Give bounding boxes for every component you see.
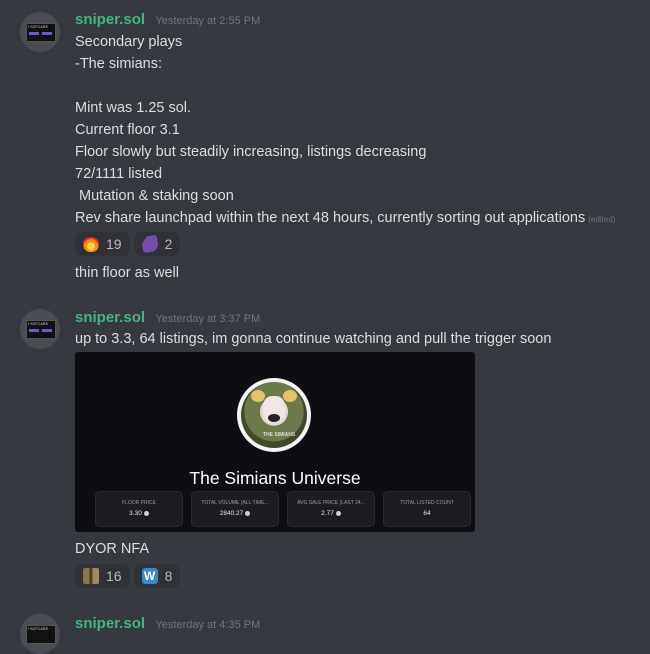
stat-value: 2.77 bbox=[321, 510, 334, 517]
stat-value-wrap: 3.30 bbox=[96, 510, 182, 517]
message-header: sniper.sol Yesterday at 4:35 PM bbox=[75, 615, 260, 633]
avatar[interactable]: I SCFCARE bbox=[20, 614, 60, 654]
reaction-w[interactable]: W 8 bbox=[133, 564, 181, 588]
avatar-bar-left bbox=[29, 329, 39, 332]
avatar-image: I SCFCARE bbox=[26, 23, 56, 42]
reaction-count: 2 bbox=[164, 236, 173, 252]
avatar-text: I SCFCARE bbox=[28, 322, 49, 326]
stat-avg-sale-price: AVG SALE PRICE (LAST 24... 2.77 bbox=[287, 491, 375, 527]
stat-listed-count: TOTAL LISTED COUNT 64 bbox=[383, 491, 471, 527]
message-line: up to 3.3, 64 listings, im gonna continu… bbox=[75, 331, 552, 347]
edited-label: (edited) bbox=[588, 215, 616, 224]
message-line: Mutation & staking soon bbox=[75, 188, 234, 204]
stat-label: TOTAL LISTED COUNT bbox=[400, 500, 454, 506]
simians-logo: THE SIMIANS bbox=[237, 378, 311, 452]
stat-floor-price: FLOOR PRICE 3.30 bbox=[95, 491, 183, 527]
reaction-count: 8 bbox=[164, 568, 173, 584]
timestamp[interactable]: Yesterday at 3:37 PM bbox=[155, 313, 260, 325]
message-line: Rev share launchpad within the next 48 h… bbox=[75, 210, 586, 226]
avatar-image: I SCFCARE bbox=[26, 320, 56, 339]
message-line: Secondary plays bbox=[75, 34, 183, 50]
message-line: 72/1111 listed bbox=[75, 166, 163, 182]
message-line: Mint was 1.25 sol. bbox=[75, 100, 192, 116]
stat-value-wrap: 2.77 bbox=[288, 510, 374, 517]
stat-label: FLOOR PRICE bbox=[122, 500, 156, 506]
timestamp[interactable]: Yesterday at 2:55 PM bbox=[155, 15, 260, 27]
message-line-edited: Rev share launchpad within the next 48 h… bbox=[75, 210, 615, 226]
timestamp[interactable]: Yesterday at 4:35 PM bbox=[155, 619, 260, 631]
logo-text: THE SIMIANS bbox=[263, 432, 296, 438]
avatar-text: I SCFCARE bbox=[28, 25, 49, 29]
username[interactable]: sniper.sol bbox=[75, 309, 145, 326]
reactions: 19 2 bbox=[75, 232, 181, 256]
eggplant-emoji-icon bbox=[140, 234, 159, 254]
pixel-emoji-icon bbox=[83, 568, 99, 584]
avatar[interactable]: I SCFCARE bbox=[20, 12, 60, 52]
message-line: -The simians: bbox=[75, 56, 163, 72]
stat-value: 64 bbox=[423, 510, 431, 517]
stat-total-volume: TOTAL VOLUME (ALL TIME... 2840.27 bbox=[191, 491, 279, 527]
reactions: 16 W 8 bbox=[75, 564, 181, 588]
w-emoji-icon: W bbox=[141, 568, 158, 584]
message-followup: thin floor as well bbox=[75, 265, 179, 281]
nft-embed-image[interactable]: THE SIMIANS The Simians Universe FLOOR P… bbox=[75, 352, 475, 532]
reaction-eggplant[interactable]: 2 bbox=[133, 232, 181, 256]
stat-value: 3.30 bbox=[129, 510, 142, 517]
fire-emoji-icon bbox=[83, 236, 99, 252]
message-header: sniper.sol Yesterday at 2:55 PM bbox=[75, 11, 260, 29]
message-followup: DYOR NFA bbox=[75, 541, 150, 557]
stat-label: TOTAL VOLUME (ALL TIME... bbox=[201, 500, 269, 506]
message-header: sniper.sol Yesterday at 3:37 PM bbox=[75, 309, 260, 327]
message-line: Current floor 3.1 bbox=[75, 122, 180, 138]
reaction-count: 19 bbox=[106, 236, 122, 252]
avatar-image: I SCFCARE bbox=[26, 625, 56, 644]
logo-mouth bbox=[268, 414, 280, 422]
sol-icon bbox=[335, 510, 341, 516]
stat-label: AVG SALE PRICE (LAST 24... bbox=[297, 500, 365, 506]
avatar-bar-right bbox=[42, 32, 52, 35]
stat-value: 2840.27 bbox=[219, 510, 244, 517]
avatar[interactable]: I SCFCARE bbox=[20, 309, 60, 349]
stats-row: FLOOR PRICE 3.30 TOTAL VOLUME (ALL TIME.… bbox=[95, 491, 471, 527]
message-line: Floor slowly but steadily increasing, li… bbox=[75, 144, 427, 160]
logo-horn-left bbox=[251, 390, 265, 402]
logo-horn-right bbox=[283, 390, 297, 402]
reaction-count: 16 bbox=[106, 568, 122, 584]
embed-title: The Simians Universe bbox=[189, 468, 361, 488]
avatar-bar-left bbox=[29, 32, 39, 35]
username[interactable]: sniper.sol bbox=[75, 11, 145, 28]
sol-icon bbox=[143, 510, 149, 516]
username[interactable]: sniper.sol bbox=[75, 615, 145, 632]
reaction-fire[interactable]: 19 bbox=[75, 232, 130, 256]
stat-value-wrap: 2840.27 bbox=[192, 510, 278, 517]
logo-background: THE SIMIANS bbox=[241, 382, 307, 448]
sol-icon bbox=[245, 510, 251, 516]
reaction-pixel[interactable]: 16 bbox=[75, 564, 130, 588]
avatar-text: I SCFCARE bbox=[28, 627, 49, 631]
avatar-bar-right bbox=[42, 329, 52, 332]
